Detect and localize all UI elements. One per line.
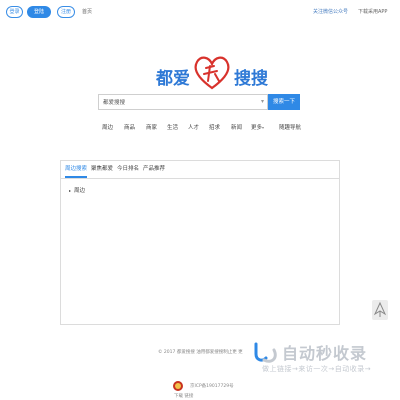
icp-record-link[interactable]: 京ICP备19017729号 <box>190 384 234 390</box>
panel-tabs: 周边搜索 聚焦都爱 今日排名 产品推荐 <box>61 161 339 179</box>
category-news[interactable]: 新闻 <box>231 124 242 132</box>
caret-right-icon: ▸ <box>69 188 72 193</box>
category-recruit[interactable]: 招求 <box>209 124 220 132</box>
tab-today-rank[interactable]: 今日排名 <box>117 161 139 178</box>
category-nearby[interactable]: 周边 <box>102 124 113 132</box>
arrow-up-icon <box>373 301 387 317</box>
caret-down-icon: ▾ <box>262 125 265 130</box>
category-talent[interactable]: 人才 <box>188 124 199 132</box>
watermark-logo-icon <box>254 342 277 363</box>
category-life[interactable]: 生活 <box>167 124 178 132</box>
login-button[interactable]: 登录 <box>6 6 23 18</box>
category-navigation[interactable]: 随趣导航 <box>279 124 301 132</box>
follow-wechat-link[interactable]: 关注微信公众号 <box>313 6 348 18</box>
search-input[interactable] <box>99 95 255 109</box>
category-goods[interactable]: 商品 <box>124 124 135 132</box>
results-panel: 周边搜索 聚焦都爱 今日排名 产品推荐 ▸ 周边 <box>60 160 340 325</box>
list-item[interactable]: ▸ 周边 <box>69 187 85 195</box>
footer-copyright: © 2017 都爱搜搜 油用都爱搜搜制止更 更 <box>158 350 243 355</box>
icp-subtext: 下载 链接 <box>174 394 194 399</box>
chevron-down-icon[interactable]: ▾ <box>261 98 264 105</box>
tab-focus[interactable]: 聚焦都爱 <box>91 161 113 178</box>
search-box: ▾ <box>98 94 268 110</box>
account-button[interactable]: 登陆 <box>27 6 51 18</box>
police-badge-icon <box>173 381 183 391</box>
category-more[interactable]: 更多▾ <box>251 124 264 132</box>
download-app-link[interactable]: 下载采用APP <box>358 6 387 18</box>
tab-nearby-search[interactable]: 周边搜索 <box>65 161 88 178</box>
watermark-subtitle: 做上链接→来访一次→自动收录→ <box>262 365 372 373</box>
category-more-label: 更多 <box>251 125 263 131</box>
heart-logo-icon <box>194 56 230 90</box>
tab-product-recommend[interactable]: 产品推荐 <box>143 161 165 178</box>
logo-text-left: 都爱 <box>156 69 190 89</box>
category-merchants[interactable]: 商家 <box>146 124 157 132</box>
register-button[interactable]: 注册 <box>57 6 75 18</box>
logo-text-right: 搜搜 <box>234 69 268 89</box>
home-link[interactable]: 首页 <box>82 6 92 18</box>
top-bar: 登录 登陆 注册 首页 关注微信公众号 下载采用APP <box>0 0 400 22</box>
search-button[interactable]: 搜索一下 <box>268 94 300 110</box>
scroll-to-top-button[interactable] <box>372 300 388 320</box>
watermark-title: 自动秒收录 <box>282 344 368 363</box>
list-item-label: 周边 <box>74 188 86 194</box>
